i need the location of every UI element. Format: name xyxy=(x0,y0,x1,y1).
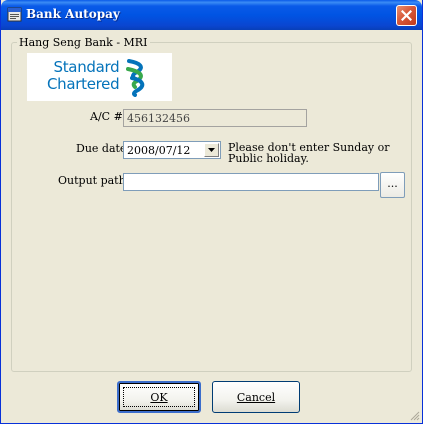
cancel-button-label: Cancel xyxy=(236,391,276,404)
ok-button[interactable]: OK xyxy=(117,381,201,413)
due-date-label: Due date xyxy=(76,142,127,155)
resize-grip-icon[interactable] xyxy=(409,410,420,421)
bank-autopay-window: Bank Autopay Hang Seng Bank - MRI Standa… xyxy=(0,0,423,424)
due-date-value: 2008/07/12 xyxy=(127,144,191,157)
output-path-label: Output path: xyxy=(58,174,130,187)
title-bar[interactable]: Bank Autopay xyxy=(1,0,422,30)
close-icon xyxy=(401,10,412,21)
window-title: Bank Autopay xyxy=(26,7,120,21)
bank-group-label: Hang Seng Bank - MRI xyxy=(17,36,151,49)
chevron-down-icon xyxy=(208,148,215,152)
logo-mark-icon xyxy=(126,59,145,97)
app-icon xyxy=(7,7,22,22)
browse-button[interactable]: ... xyxy=(380,172,405,198)
close-button[interactable] xyxy=(396,5,417,26)
account-field[interactable]: 456132456 xyxy=(123,109,307,127)
due-date-hint: Please don't enter Sunday or Public holi… xyxy=(228,141,390,165)
browse-button-label: ... xyxy=(387,177,398,190)
cancel-button[interactable]: Cancel xyxy=(212,381,300,413)
standard-chartered-logo: Standard Chartered xyxy=(27,53,172,101)
account-label: A/C # xyxy=(90,110,123,123)
due-date-picker[interactable]: 2008/07/12 xyxy=(123,141,221,159)
ok-button-label: OK xyxy=(150,391,168,404)
logo-text: Standard Chartered xyxy=(47,58,120,93)
due-date-dropdown-button[interactable] xyxy=(204,143,219,157)
output-path-input[interactable] xyxy=(123,173,379,191)
logo-line-2: Chartered xyxy=(47,75,120,93)
logo-line-1: Standard xyxy=(53,58,120,76)
